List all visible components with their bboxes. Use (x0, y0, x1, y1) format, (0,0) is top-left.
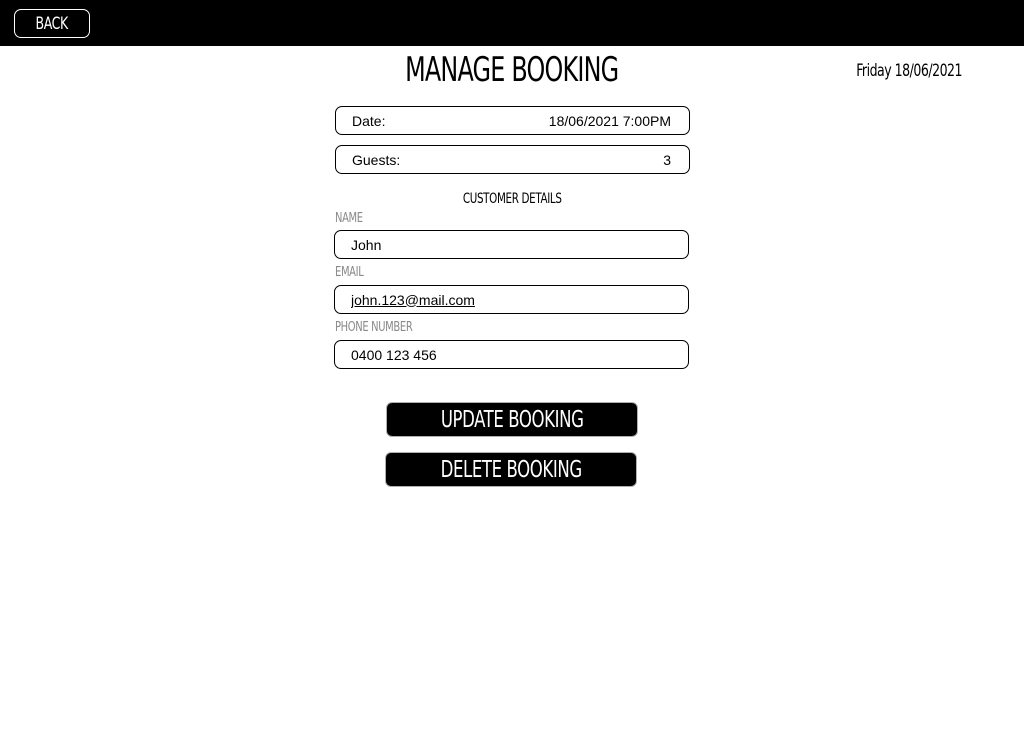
booking-guests-label: Guests: (352, 151, 401, 168)
back-button-label: BACK (35, 13, 69, 34)
booking-date-label: Date: (352, 112, 386, 129)
current-date: Friday 18/06/2021 (856, 61, 962, 81)
email-field[interactable] (334, 285, 689, 314)
name-label: NAME (335, 211, 363, 226)
back-button[interactable]: BACK (14, 9, 90, 38)
booking-date-row: Date: 18/06/2021 7:00PM (335, 106, 690, 135)
update-booking-label: UPDATE BOOKING (440, 406, 584, 433)
top-bar: BACK (0, 0, 1024, 46)
update-booking-button[interactable]: UPDATE BOOKING (386, 402, 638, 437)
name-field[interactable] (334, 230, 689, 259)
manage-booking-page: BACK MANAGE BOOKING Friday 18/06/2021 Da… (0, 0, 1024, 729)
email-label: EMAIL (335, 265, 364, 280)
booking-guests-row: Guests: 3 (335, 145, 690, 174)
page-title: MANAGE BOOKING (405, 50, 619, 90)
phone-label: PHONE NUMBER (335, 320, 413, 335)
booking-date-value: 18/06/2021 7:00PM (548, 112, 671, 129)
booking-guests-value: 3 (663, 151, 671, 168)
delete-booking-button[interactable]: DELETE BOOKING (385, 452, 637, 487)
delete-booking-label: DELETE BOOKING (440, 456, 582, 483)
customer-details-heading: CUSTOMER DETAILS (462, 191, 562, 207)
phone-field[interactable] (334, 340, 689, 369)
